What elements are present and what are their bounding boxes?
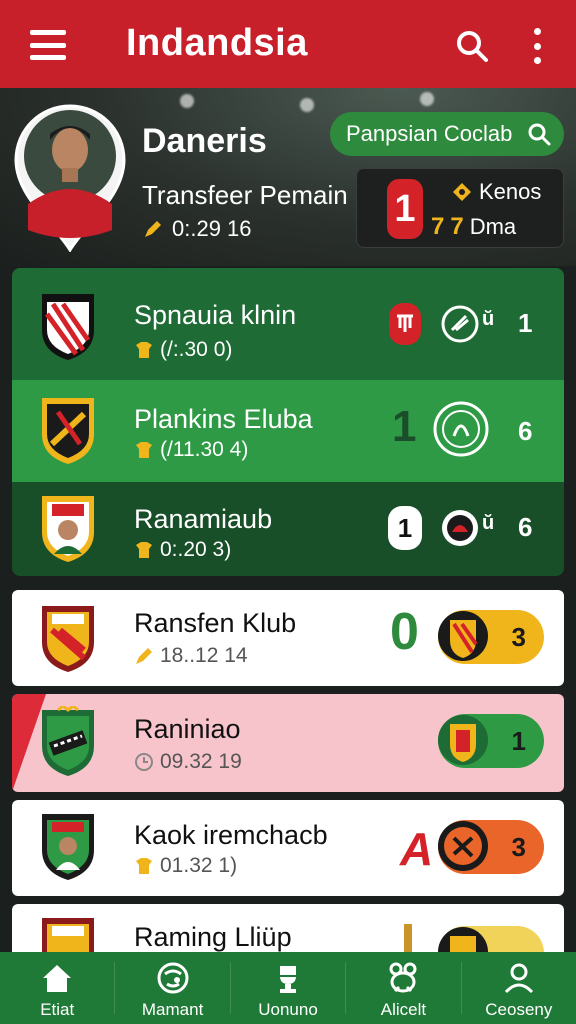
club-meta: 09.32 19 <box>134 750 242 774</box>
nav-item-competition[interactable]: Uonuno <box>231 952 345 1024</box>
club-meta: 0:.20 3) <box>134 538 231 562</box>
club-row[interactable]: Ransfen Klub 18..12 14 0 3 <box>12 590 564 686</box>
score-line-2-text: Dma <box>469 214 517 239</box>
club-crest-icon <box>42 496 94 562</box>
frog-icon <box>389 962 417 993</box>
player-name: Daneris <box>142 122 267 160</box>
nav-item-home[interactable]: Etiat <box>0 952 114 1024</box>
club-row[interactable]: Plankins Eluba (/11.30 4) 1 6 <box>12 380 564 482</box>
search-icon[interactable] <box>526 121 552 147</box>
score-line-1: Kenos <box>451 179 541 205</box>
app-title: Indandsia <box>126 22 308 64</box>
club-score: 0 <box>390 603 419 661</box>
club-meta-text: (/:.30 0) <box>160 338 233 361</box>
club-score: 1 <box>388 506 422 550</box>
nav-label: Mamant <box>141 1000 204 1019</box>
club-meta-text: 09.32 19 <box>160 750 242 773</box>
ball-icon <box>157 962 189 994</box>
club-name: Plankins Eluba <box>134 404 313 434</box>
hamburger-menu-icon[interactable] <box>30 30 66 60</box>
more-options-icon[interactable] <box>528 28 546 64</box>
club-meta: 18..12 14 <box>134 644 248 668</box>
club-row[interactable]: Ranamiaub 0:.20 3) 1 ŭ 6 <box>12 482 564 576</box>
club-crest-icon <box>42 294 94 360</box>
club-name: Kaok iremchacb <box>134 820 328 850</box>
player-date-text: 0:.29 16 <box>172 216 252 241</box>
row-mark: ŭ <box>482 512 495 534</box>
club-count: 1 <box>511 725 526 756</box>
club-badge-icon <box>441 305 479 343</box>
score-mark: 7 <box>431 213 445 240</box>
trophy-icon <box>280 966 297 993</box>
club-count: 6 <box>518 512 533 542</box>
club-crest-icon <box>42 814 94 880</box>
shirt-icon <box>136 442 152 458</box>
club-meta-text: (/11.30 4) <box>160 438 249 461</box>
club-name: Ransfen Klub <box>134 608 297 638</box>
tag-icon <box>453 183 471 201</box>
home-icon <box>43 965 72 992</box>
nav-label: Alicelt <box>380 1000 427 1019</box>
player-date: 0:.29 16 <box>142 216 252 242</box>
club-row[interactable]: Spnauia klnin (/:.30 0) ŭ 1 <box>12 268 564 380</box>
club-name: Ranamiaub <box>134 504 273 534</box>
top-app-bar: Indandsia <box>0 0 576 88</box>
nav-item-profile[interactable]: Ceoseny <box>462 952 576 1024</box>
club-row[interactable]: Kaok iremchacb 01.32 1) A 3 <box>12 800 564 896</box>
club-badge-icon <box>442 510 478 546</box>
player-hero: Daneris Transfeer Pemain 0:.29 16 Panpsi… <box>0 88 576 266</box>
player-subtitle: Transfeer Pemain <box>142 180 348 210</box>
row-mark: ŭ <box>482 308 495 330</box>
player-avatar[interactable] <box>14 104 126 252</box>
shirt-icon <box>136 542 152 558</box>
score-line-2: 7 7 Dma <box>431 213 516 241</box>
club-name: Spnauia klnin <box>134 300 297 330</box>
club-count: 3 <box>511 621 526 652</box>
club-crest-icon <box>42 398 94 464</box>
club-badge-icon <box>433 401 489 457</box>
score-line-1-text: Kenos <box>479 179 542 204</box>
club-crest-icon <box>42 706 94 776</box>
club-meta: (/:.30 0) <box>134 338 232 362</box>
club-badge-icon <box>438 715 488 765</box>
club-name: Raniniao <box>134 714 241 744</box>
club-meta-text: 18..12 14 <box>160 644 248 667</box>
club-search-placeholder: Panpsian Coclab <box>346 121 513 146</box>
club-badge-icon <box>438 821 488 871</box>
club-score: A <box>400 823 434 875</box>
search-icon[interactable] <box>454 28 490 64</box>
clock-icon <box>135 753 153 771</box>
score-mark-2: 7 <box>450 213 464 240</box>
club-count: 1 <box>518 308 533 338</box>
club-score: 1 <box>392 402 417 451</box>
club-meta: (/11.30 4) <box>134 438 248 462</box>
club-badge-icon <box>438 611 488 661</box>
nav-item-alert[interactable]: Alicelt <box>346 952 460 1024</box>
club-meta-text: 0:.20 3) <box>160 538 232 561</box>
club-count: 6 <box>518 416 533 446</box>
club-name: Raming Lliüp <box>134 922 292 952</box>
club-row[interactable]: Raming Lliüp <box>12 904 564 958</box>
club-meta-text: 01.32 1) <box>160 854 238 877</box>
club-count: 3 <box>511 831 526 862</box>
club-row[interactable]: Raniniao 09.32 19 1 <box>12 694 564 792</box>
shirt-icon <box>136 858 152 874</box>
pencil-icon <box>136 648 152 664</box>
bottom-navigation: Etiat Mamant Uonuno Alicelt Ceoseny <box>0 952 576 1024</box>
nav-label: Uonuno <box>258 1000 318 1019</box>
profile-icon <box>504 963 533 994</box>
red-card-icon <box>389 303 421 345</box>
club-meta: 01.32 1) <box>134 854 237 878</box>
nav-label: Ceoseny <box>485 1000 553 1019</box>
shirt-icon <box>136 342 152 358</box>
pencil-icon <box>145 221 161 237</box>
club-search-field[interactable]: Panpsian Coclab <box>330 112 564 156</box>
nav-item-match[interactable]: Mamant <box>115 952 229 1024</box>
nav-label: Etiat <box>40 1000 75 1019</box>
score-card[interactable]: 1 Kenos 7 7 Dma <box>356 168 564 248</box>
score-value: 1 <box>387 179 423 239</box>
club-crest-icon <box>42 606 94 672</box>
